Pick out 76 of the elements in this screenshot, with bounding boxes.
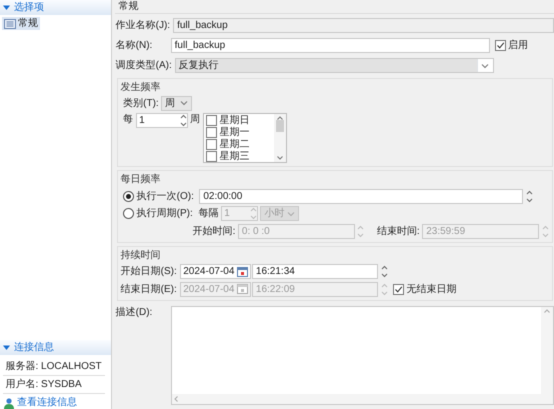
scroll-up-icon[interactable] bbox=[276, 116, 283, 120]
enable-checkbox[interactable]: 启用 bbox=[494, 39, 528, 52]
weekday-option[interactable]: 星期三 bbox=[204, 150, 274, 162]
panel-header[interactable]: 连接信息 bbox=[0, 340, 111, 355]
name-field[interactable]: full_backup bbox=[170, 38, 490, 53]
weekday-option[interactable]: 星期日 bbox=[204, 114, 274, 126]
field-label: 类别(T): bbox=[123, 96, 159, 110]
job-name-field[interactable]: full_backup bbox=[173, 18, 554, 33]
date-value: 2024-07-04 bbox=[182, 265, 236, 278]
collapse-triangle-icon[interactable] bbox=[3, 4, 10, 11]
person-icon bbox=[2, 396, 14, 408]
dropdown-value: 反复执行 bbox=[178, 59, 218, 72]
date-picker[interactable]: 2024-07-04 bbox=[180, 264, 251, 279]
radio-option[interactable]: 执行一次(O): bbox=[123, 190, 194, 202]
spin-button[interactable] bbox=[526, 188, 533, 204]
spinner-value: 1 bbox=[223, 207, 231, 220]
scroll-thumb[interactable] bbox=[276, 120, 284, 132]
checkbox[interactable] bbox=[206, 138, 217, 150]
list-icon bbox=[4, 18, 16, 28]
dropdown-value: 周 bbox=[165, 96, 176, 110]
spinner-value: 1 bbox=[138, 114, 146, 127]
time-field[interactable]: 02:00:00 bbox=[199, 188, 524, 204]
field-label: 每 bbox=[123, 113, 134, 126]
no-end-date-checkbox[interactable]: 无结束日期 bbox=[392, 282, 456, 296]
field-label: 作业名称(J): bbox=[114, 19, 172, 32]
group-title: 发生频率 bbox=[120, 80, 162, 94]
number-spinner[interactable]: 1 bbox=[136, 113, 188, 128]
panel-title: 选择项 bbox=[14, 1, 44, 14]
category-dropdown[interactable]: 周 bbox=[161, 96, 192, 110]
field-label: 名称(N): bbox=[114, 39, 154, 52]
scrollbar[interactable] bbox=[172, 394, 553, 404]
checkbox[interactable] bbox=[206, 114, 217, 126]
weekday-option[interactable]: 星期二 bbox=[204, 138, 274, 150]
field-label: 开始日期(S): bbox=[120, 265, 177, 278]
unit-label: 周 bbox=[190, 113, 200, 126]
field-label: 开始时间: bbox=[192, 224, 236, 238]
connection-info-link[interactable]: 查看连接信息 bbox=[17, 396, 77, 409]
description-field[interactable] bbox=[170, 306, 554, 404]
sidebar-item[interactable]: 常规 bbox=[2, 17, 40, 30]
group-title: 持续时间 bbox=[120, 248, 162, 262]
checkbox[interactable] bbox=[206, 126, 217, 138]
panel-title: 连接信息 bbox=[14, 341, 54, 354]
panel-header[interactable]: 选择项 bbox=[0, 0, 111, 15]
chevron-down-icon bbox=[286, 210, 295, 216]
field-label: 每隔 bbox=[198, 207, 218, 220]
date-value: 2024-07-04 bbox=[182, 282, 236, 296]
radio-button[interactable] bbox=[123, 208, 134, 219]
check-icon bbox=[394, 284, 403, 294]
chevron-down-icon bbox=[180, 100, 188, 106]
dropdown-value: 小时 bbox=[264, 207, 284, 220]
info-text: 用户名: SYSDBA bbox=[2, 376, 105, 394]
field-label: 结束日期(E): bbox=[120, 282, 177, 296]
radio-option[interactable]: 执行周期(P): bbox=[123, 207, 193, 220]
field-label: 结束时间: bbox=[376, 224, 420, 238]
check-icon bbox=[496, 41, 505, 50]
weekday-option[interactable]: 星期一 bbox=[204, 126, 274, 138]
group-title: 每日频率 bbox=[120, 173, 162, 186]
scrollbar[interactable] bbox=[274, 114, 286, 162]
info-text: 服务器: LOCALHOST bbox=[2, 358, 105, 376]
weekday-list[interactable]: 星期日 星期一 星期二 星期三 bbox=[202, 113, 287, 163]
radio-button[interactable] bbox=[123, 190, 134, 202]
spin-button[interactable] bbox=[180, 113, 187, 128]
checkbox[interactable] bbox=[392, 284, 404, 294]
collapse-triangle-icon[interactable] bbox=[3, 344, 10, 351]
scroll-down-icon[interactable] bbox=[276, 156, 283, 160]
checkbox[interactable] bbox=[494, 40, 506, 51]
time-field[interactable]: 16:21:34 bbox=[252, 264, 378, 279]
field-label: 描述(D): bbox=[114, 306, 154, 320]
schedule-type-dropdown[interactable]: 反复执行 bbox=[174, 58, 494, 73]
field-label: 调度类型(A): bbox=[114, 59, 173, 72]
chevron-down-icon bbox=[481, 62, 490, 68]
scrollbar[interactable] bbox=[540, 306, 553, 394]
checkbox[interactable] bbox=[206, 150, 217, 162]
spin-button[interactable] bbox=[380, 264, 388, 279]
section-title: 常规 bbox=[114, 0, 554, 14]
calendar-icon[interactable] bbox=[236, 266, 248, 276]
